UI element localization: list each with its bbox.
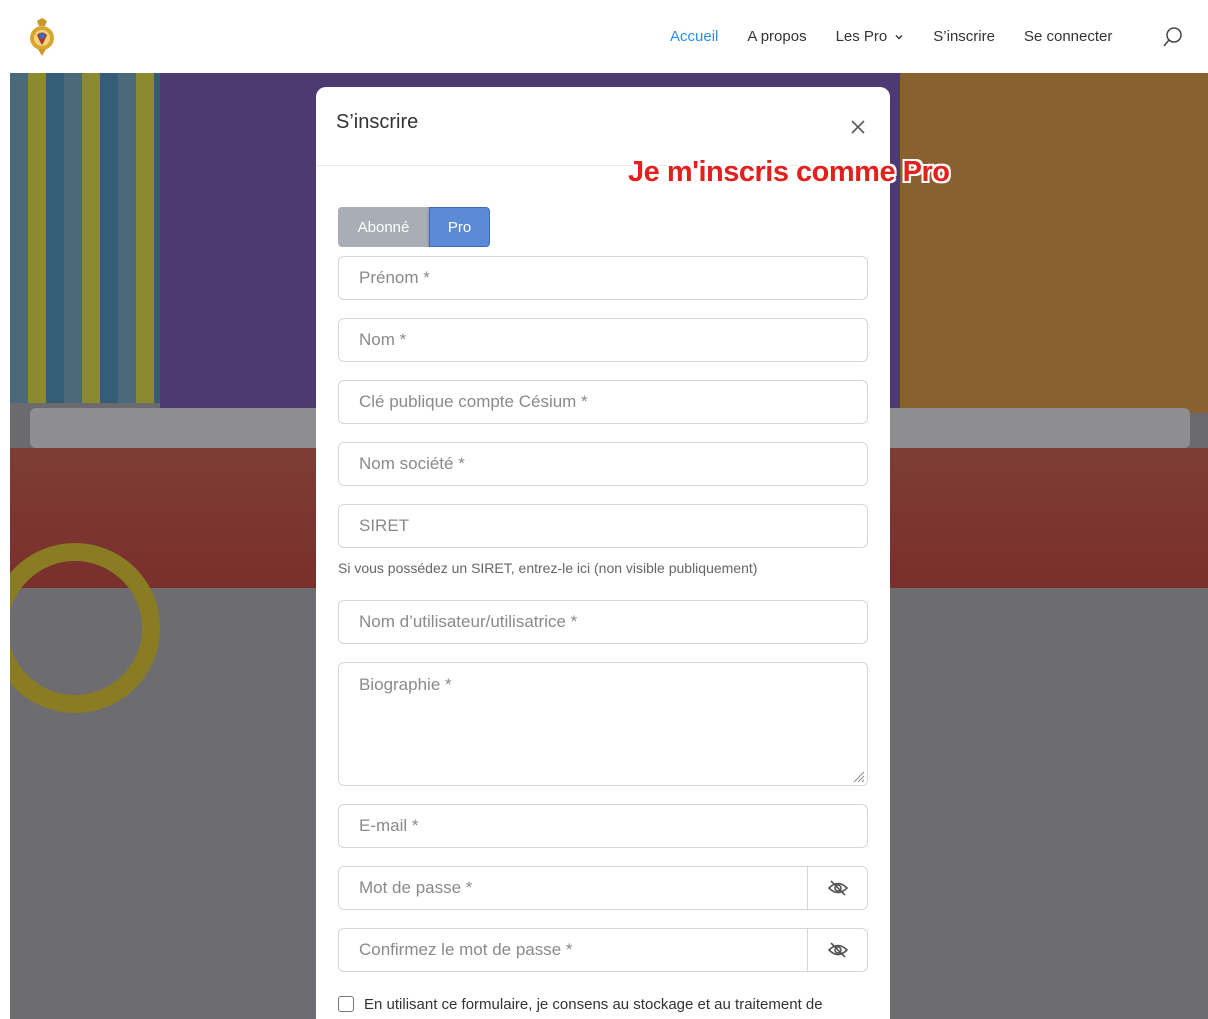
nav-item-label: Les Pro — [835, 28, 888, 45]
cle-publique-field[interactable] — [339, 381, 867, 423]
nav-item-les-pro[interactable]: Les Pro — [836, 28, 905, 45]
nom-societe-field[interactable] — [339, 443, 867, 485]
resize-grip-icon[interactable] — [851, 769, 865, 783]
nav-item-a-propos[interactable]: A propos — [747, 28, 806, 45]
nav-item-label: Accueil — [670, 28, 719, 45]
consent-text: En utilisant ce formulaire, je consens a… — [364, 996, 823, 1013]
chevron-down-icon — [895, 34, 903, 39]
medal-crest-icon[interactable] — [26, 18, 58, 58]
confirm-password-field-wrapper — [338, 928, 868, 972]
prenom-field-wrapper — [338, 256, 868, 300]
modal-header: S’inscrire — [316, 87, 890, 166]
eye-slash-icon — [827, 880, 848, 896]
site-header: Accueil A propos Les Pro S’inscrire Se c… — [0, 0, 1208, 73]
nav-item-se-connecter[interactable]: Se connecter — [1024, 28, 1112, 45]
username-field-wrapper — [338, 600, 868, 644]
nav-item-accueil[interactable]: Accueil — [670, 28, 718, 45]
nav-item-label: Se connecter — [1023, 28, 1113, 45]
nav-item-label: S’inscrire — [933, 28, 995, 45]
toggle-password-visibility-button[interactable] — [807, 867, 867, 909]
prenom-field[interactable] — [339, 257, 867, 299]
email-field[interactable] — [339, 805, 867, 847]
toggle-confirm-visibility-button[interactable] — [807, 929, 867, 971]
consent-row: En utilisant ce formulaire, je consens a… — [338, 994, 864, 1015]
nom-field[interactable] — [339, 319, 867, 361]
siret-field[interactable] — [339, 505, 867, 547]
bio-field-wrapper — [338, 662, 868, 786]
backdrop-orange-block — [900, 73, 1208, 413]
role-option-pro[interactable]: Pro — [429, 207, 490, 247]
role-toggle: Abonné Pro — [338, 207, 490, 247]
siret-help-text: Si vous possédez un SIRET, entrez-le ici… — [338, 560, 758, 576]
close-icon[interactable] — [848, 117, 868, 137]
nom-field-wrapper — [338, 318, 868, 362]
confirm-password-field[interactable] — [339, 929, 809, 971]
email-field-wrapper — [338, 804, 868, 848]
signup-modal: S’inscrire Abonné Pro Si vous possédez u… — [316, 87, 890, 1019]
password-field-wrapper — [338, 866, 868, 910]
eye-slash-icon — [827, 942, 848, 958]
consent-checkbox[interactable] — [338, 996, 354, 1012]
nom-societe-field-wrapper — [338, 442, 868, 486]
search-icon[interactable] — [1162, 26, 1184, 48]
siret-field-wrapper — [338, 504, 868, 548]
main-nav: Accueil A propos Les Pro S’inscrire Se c… — [670, 28, 1141, 45]
annotation-label: Je m'inscris comme Pro — [628, 156, 950, 188]
modal-title: S’inscrire — [336, 111, 419, 133]
nav-item-sinscrire[interactable]: S’inscrire — [933, 28, 995, 45]
bio-textarea[interactable] — [339, 663, 867, 785]
username-field[interactable] — [339, 601, 867, 643]
cle-publique-field-wrapper — [338, 380, 868, 424]
role-option-abonne[interactable]: Abonné — [338, 207, 429, 247]
password-field[interactable] — [339, 867, 809, 909]
nav-item-label: A propos — [747, 28, 807, 45]
